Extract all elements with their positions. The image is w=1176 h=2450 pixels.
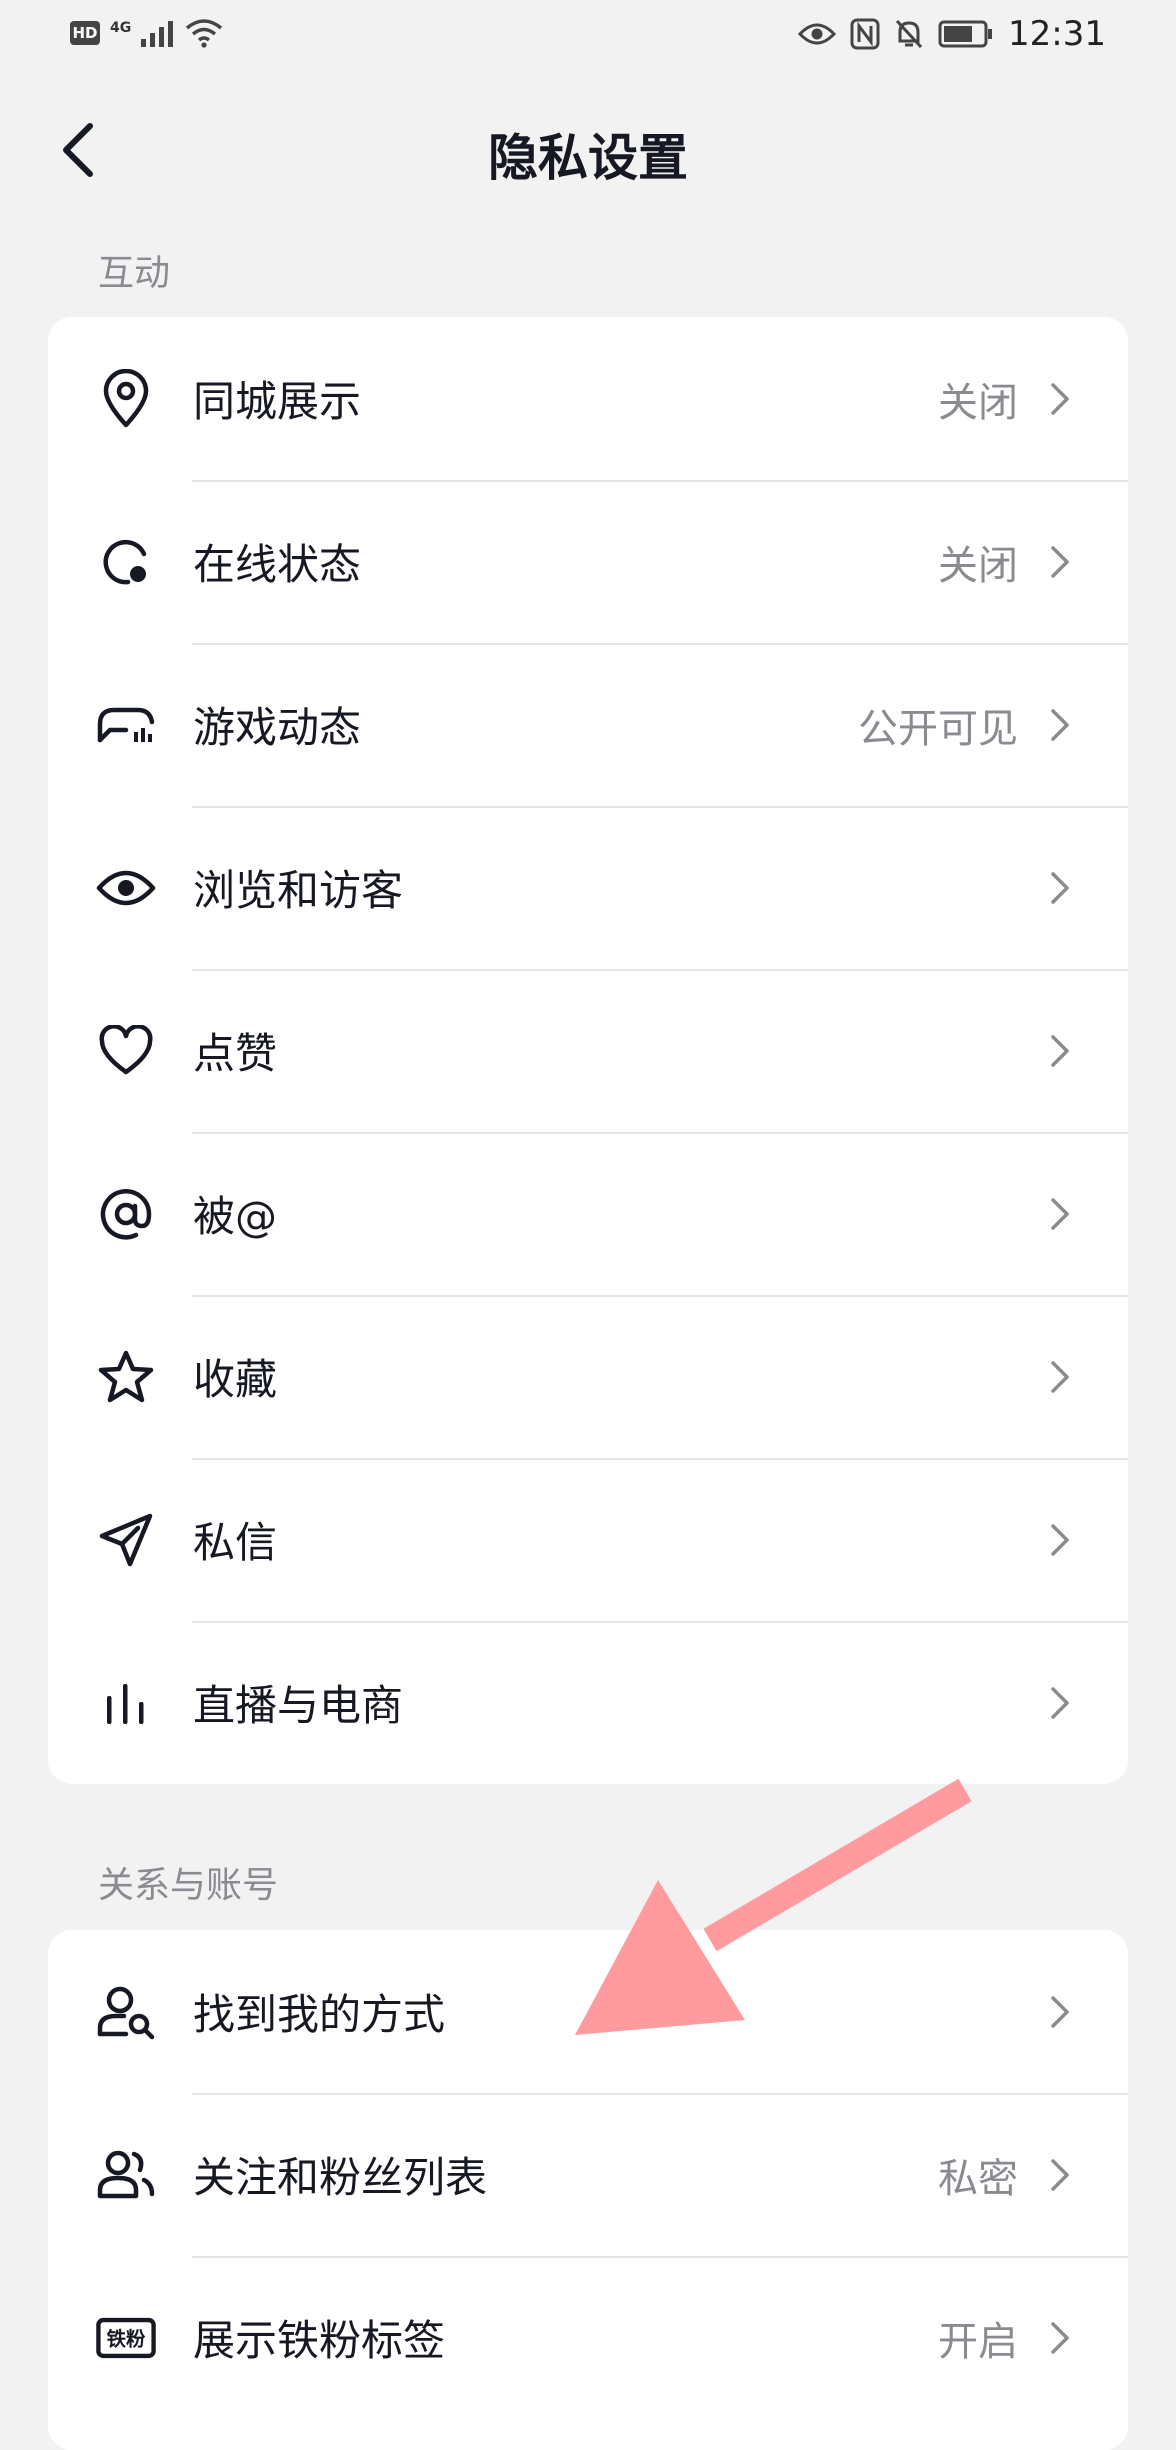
status-bar: HD 4G 12:31 [0, 0, 1176, 72]
section-label-relationship-account: 关系与账号 [98, 1865, 279, 1906]
chevron-right-icon [1051, 545, 1069, 578]
setting-label: 点赞 [193, 1029, 278, 1078]
chevron-right-icon [1051, 382, 1069, 415]
setting-value: 关闭 [938, 542, 1018, 589]
chevron-right-icon [1051, 1686, 1069, 1719]
location-pin-icon [96, 368, 156, 429]
users-icon [96, 2145, 156, 2205]
eye-icon [798, 23, 837, 45]
setting-value: 关闭 [938, 379, 1018, 426]
chevron-right-icon [1051, 1523, 1069, 1556]
setting-label: 展示铁粉标签 [193, 2316, 446, 2365]
game-controller-icon [96, 695, 156, 755]
setting-label: 找到我的方式 [193, 1990, 446, 2039]
setting-row-online-status[interactable]: 在线状态 关闭 [48, 480, 1128, 643]
setting-label: 收藏 [193, 1355, 278, 1404]
setting-label: 游戏动态 [193, 703, 362, 752]
chevron-right-icon [1051, 1034, 1069, 1067]
star-icon [96, 1347, 156, 1407]
at-sign-icon [96, 1184, 156, 1244]
setting-value: 公开可见 [858, 705, 1018, 752]
online-status-icon [96, 532, 156, 592]
setting-row-follow-fans-list[interactable]: 关注和粉丝列表 私密 [48, 2093, 1128, 2256]
page-title: 隐私设置 [488, 129, 688, 187]
interaction-settings-card: 同城展示 关闭 在线状态 关闭 游戏动态 公开可见 浏览和访客 点赞 被@ 收藏… [48, 317, 1128, 1784]
battery-icon [938, 20, 993, 48]
setting-row-game-activity[interactable]: 游戏动态 公开可见 [48, 643, 1128, 806]
signal-icon [141, 21, 174, 47]
chevron-right-icon [1051, 2321, 1069, 2354]
section-label-interaction: 互动 [98, 253, 171, 294]
setting-row-find-me[interactable]: 找到我的方式 [48, 1930, 1128, 2093]
setting-value: 开启 [938, 2318, 1018, 2365]
status-bar-right: 12:31 [798, 14, 1106, 54]
chevron-right-icon [1051, 1995, 1069, 2028]
setting-row-favorites[interactable]: 收藏 [48, 1295, 1128, 1458]
setting-row-live-commerce[interactable]: 直播与电商 [48, 1621, 1128, 1784]
heart-icon [96, 1021, 156, 1081]
setting-label: 被@ [193, 1192, 278, 1241]
mute-icon [895, 19, 923, 49]
setting-row-mentions[interactable]: 被@ [48, 1132, 1128, 1295]
setting-row-browse-visitors[interactable]: 浏览和访客 [48, 806, 1128, 969]
fan-badge-icon: 铁粉 [96, 2308, 156, 2368]
bars-icon [96, 1673, 156, 1733]
fan-badge-text: 铁粉 [107, 2327, 146, 2350]
chevron-right-icon [1051, 1197, 1069, 1230]
eye-icon [96, 858, 156, 918]
chevron-right-icon [1051, 1360, 1069, 1393]
nfc-icon [850, 18, 880, 50]
setting-row-fan-badge[interactable]: 铁粉 展示铁粉标签 开启 [48, 2256, 1128, 2419]
setting-label: 关注和粉丝列表 [193, 2153, 488, 2202]
chevron-right-icon [1051, 871, 1069, 904]
wifi-icon [186, 19, 223, 48]
paper-plane-icon [96, 1510, 156, 1570]
setting-label: 私信 [193, 1518, 278, 1567]
chevron-right-icon [1051, 2158, 1069, 2191]
relationship-account-card: 找到我的方式 关注和粉丝列表 私密 铁粉 展示铁粉标签 开启 [48, 1930, 1128, 2450]
chevron-right-icon [1051, 708, 1069, 741]
network-type: 4G [110, 20, 132, 36]
hd-icon: HD [70, 21, 100, 45]
setting-row-nearby-display[interactable]: 同城展示 关闭 [48, 317, 1128, 480]
setting-row-likes[interactable]: 点赞 [48, 969, 1128, 1132]
user-search-icon [96, 1982, 156, 2042]
page-header: 隐私设置 [0, 96, 1176, 206]
setting-label: 浏览和访客 [193, 866, 404, 915]
setting-value: 私密 [938, 2155, 1018, 2202]
setting-label: 在线状态 [193, 540, 362, 589]
status-bar-left: HD 4G [70, 18, 223, 48]
status-time: 12:31 [1008, 14, 1106, 54]
setting-label: 直播与电商 [193, 1681, 404, 1730]
setting-label: 同城展示 [193, 377, 362, 426]
setting-row-direct-messages[interactable]: 私信 [48, 1458, 1128, 1621]
